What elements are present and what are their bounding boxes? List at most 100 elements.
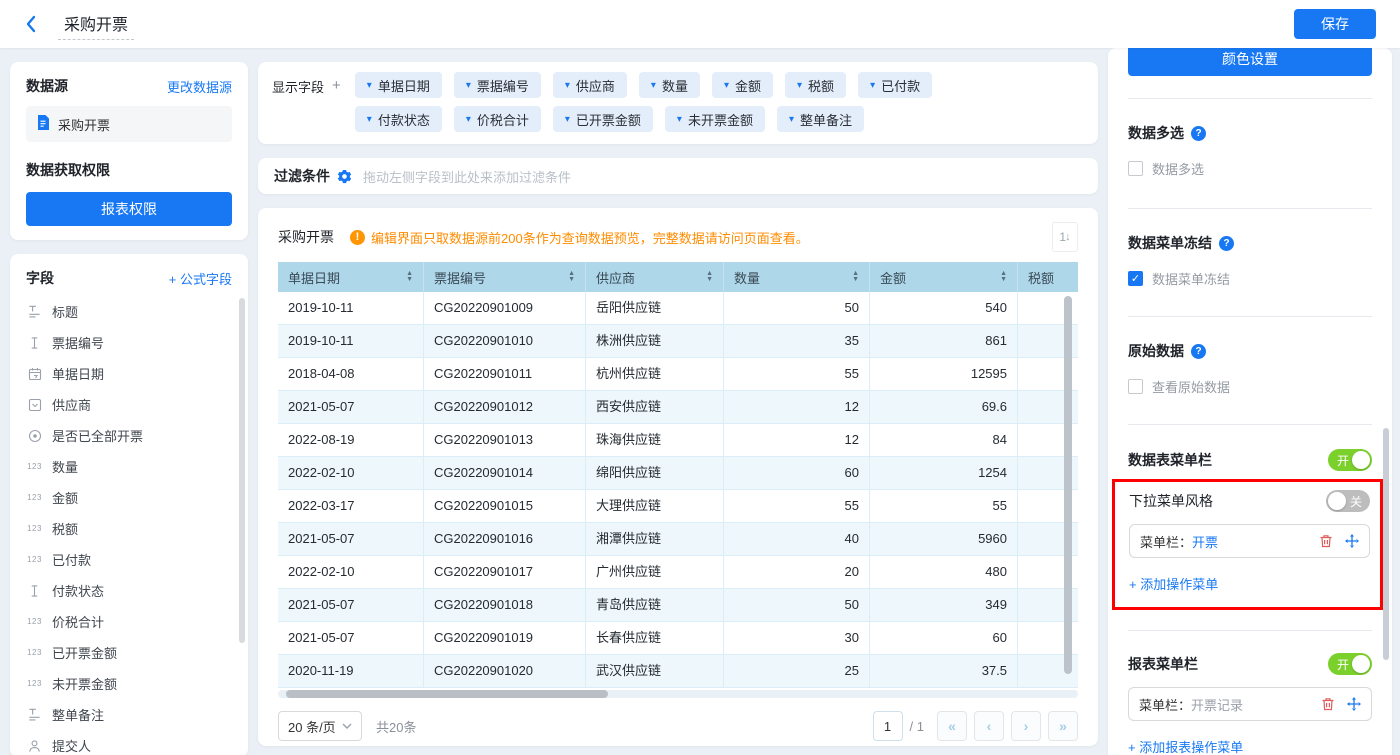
table-header-row: 单据日期▲▼票据编号▲▼供应商▲▼数量▲▼金额▲▼税额	[278, 262, 1078, 292]
display-field-chip[interactable]: ▾金额	[712, 72, 773, 98]
field-item[interactable]: 提交人	[26, 730, 242, 755]
table-cell: 12	[724, 391, 870, 424]
column-header[interactable]: 供应商▲▼	[586, 262, 724, 292]
add-display-field-button[interactable]: +	[332, 77, 341, 140]
table-cell: 株洲供应链	[586, 325, 724, 358]
move-icon[interactable]	[1347, 697, 1361, 711]
field-item[interactable]: 123已开票金额	[26, 637, 242, 668]
raw-data-checkbox[interactable]	[1128, 379, 1143, 394]
page-title[interactable]: 采购开票	[58, 9, 134, 40]
display-field-chip[interactable]: ▾已付款	[858, 72, 932, 98]
field-item[interactable]: 123已付款	[26, 544, 242, 575]
column-header[interactable]: 票据编号▲▼	[424, 262, 586, 292]
delete-icon[interactable]	[1321, 697, 1335, 711]
caret-down-icon: ▾	[565, 80, 570, 91]
add-formula-field-link[interactable]: + 公式字段	[169, 269, 232, 288]
field-item[interactable]: 标题	[26, 296, 242, 327]
sort-icon[interactable]: ▲▼	[706, 271, 713, 283]
table-cell: 2022-03-17	[278, 490, 424, 523]
display-field-chip[interactable]: ▾税额	[785, 72, 846, 98]
table-card: 采购开票 ! 编辑界面只取数据源前200条作为查询数据预览，完整数据请访问页面查…	[258, 208, 1098, 746]
report-menu-title: 报表菜单栏	[1128, 654, 1198, 674]
menu-freeze-checkbox[interactable]: ✓	[1128, 271, 1143, 286]
display-field-chip[interactable]: ▾票据编号	[454, 72, 541, 98]
field-item[interactable]: 123价税合计	[26, 606, 242, 637]
save-button[interactable]: 保存	[1294, 9, 1376, 39]
field-item[interactable]: 是否已全部开票	[26, 420, 242, 451]
change-datasource-link[interactable]: 更改数据源	[167, 77, 232, 96]
page-size-select[interactable]: 20 条/页	[278, 711, 362, 741]
field-item[interactable]: 123未开票金额	[26, 668, 242, 699]
field-item[interactable]: 整单备注	[26, 699, 242, 730]
multi-select-checkbox[interactable]	[1128, 161, 1143, 176]
delete-icon[interactable]	[1319, 534, 1333, 548]
add-action-menu-link[interactable]: + 添加操作菜单	[1129, 574, 1218, 593]
dropdown-style-toggle[interactable]: 关	[1326, 490, 1370, 512]
last-page-button[interactable]: »	[1048, 711, 1078, 741]
report-menu-bar-item[interactable]: 菜单栏： 开票记录	[1128, 687, 1372, 721]
table-row: 2021-05-07CG20220901016湘潭供应链405960	[278, 523, 1078, 556]
raw-data-checkbox-label: 查看原始数据	[1152, 377, 1230, 396]
help-icon[interactable]: ?	[1219, 236, 1234, 251]
next-page-button[interactable]: ›	[1011, 711, 1041, 741]
sort-icon[interactable]: ▲▼	[852, 271, 859, 283]
field-item[interactable]: 供应商	[26, 389, 242, 420]
field-item[interactable]: 付款状态	[26, 575, 242, 606]
display-field-chip[interactable]: ▾已开票金额	[553, 106, 653, 132]
display-field-chip[interactable]: ▾未开票金额	[665, 106, 765, 132]
datasource-item[interactable]: 采购开票	[26, 106, 232, 142]
field-item[interactable]: 123数量	[26, 451, 242, 482]
sort-icon[interactable]: ▲▼	[406, 271, 413, 283]
table-cell: 2022-02-10	[278, 457, 424, 490]
field-item[interactable]: 123金额	[26, 482, 242, 513]
help-icon[interactable]: ?	[1191, 126, 1206, 141]
table-warning: 编辑界面只取数据源前200条作为查询数据预览，完整数据请访问页面查看。	[371, 228, 809, 247]
total-count: 共20条	[376, 717, 416, 736]
move-icon[interactable]	[1345, 534, 1359, 548]
help-icon[interactable]: ?	[1191, 344, 1206, 359]
number-icon: 123	[26, 648, 43, 657]
table-menu-toggle[interactable]: 开	[1328, 449, 1372, 471]
table-title: 采购开票	[278, 227, 334, 247]
fields-title: 字段	[26, 268, 54, 288]
table-vertical-scrollbar[interactable]	[1064, 296, 1072, 674]
table-cell: 480	[870, 556, 1018, 589]
table-cell: 广州供应链	[586, 556, 724, 589]
sort-icon[interactable]: ▲▼	[568, 271, 575, 283]
fields-scrollbar[interactable]	[239, 298, 245, 643]
field-item[interactable]: 票据编号	[26, 327, 242, 358]
display-field-chip[interactable]: ▾价税合计	[454, 106, 541, 132]
display-field-chip[interactable]: ▾单据日期	[355, 72, 442, 98]
report-permission-button[interactable]: 报表权限	[26, 192, 232, 226]
menu-bar-item[interactable]: 菜单栏： 开票	[1129, 524, 1370, 558]
field-item[interactable]: 单据日期	[26, 358, 242, 389]
settings-scrollbar[interactable]	[1383, 428, 1389, 660]
back-icon[interactable]	[24, 14, 44, 34]
menu-item-value-link[interactable]: 开票	[1192, 532, 1218, 551]
previous-page-button[interactable]: ‹	[974, 711, 1004, 741]
color-settings-button[interactable]: 颜色设置	[1128, 48, 1372, 76]
user-icon	[26, 739, 43, 753]
add-report-action-menu-link[interactable]: + 添加报表操作菜单	[1128, 737, 1243, 755]
display-field-chip[interactable]: ▾供应商	[553, 72, 627, 98]
display-field-chip[interactable]: ▾付款状态	[355, 106, 442, 132]
field-item[interactable]: 123税额	[26, 513, 242, 544]
menu-freeze-checkbox-label: 数据菜单冻结	[1152, 269, 1230, 288]
table-cell: 540	[870, 292, 1018, 325]
report-menu-toggle[interactable]: 开	[1328, 653, 1372, 675]
topbar: 采购开票 保存	[0, 0, 1400, 48]
sort-order-icon[interactable]: 1↓	[1052, 222, 1078, 252]
sort-icon[interactable]: ▲▼	[1000, 271, 1007, 283]
display-field-chip[interactable]: ▾整单备注	[777, 106, 864, 132]
table-body: 2019-10-11CG20220901009岳阳供应链505402019-10…	[278, 292, 1078, 688]
page-number-input[interactable]: 1	[873, 711, 903, 741]
first-page-button[interactable]: «	[937, 711, 967, 741]
table-cell: CG20220901009	[424, 292, 586, 325]
display-field-chip[interactable]: ▾数量	[639, 72, 700, 98]
column-header[interactable]: 数量▲▼	[724, 262, 870, 292]
column-header[interactable]: 金额▲▼	[870, 262, 1018, 292]
table-horizontal-scrollbar[interactable]	[286, 690, 608, 698]
table-cell: CG20220901017	[424, 556, 586, 589]
gear-icon[interactable]	[337, 169, 352, 184]
column-header[interactable]: 单据日期▲▼	[278, 262, 424, 292]
